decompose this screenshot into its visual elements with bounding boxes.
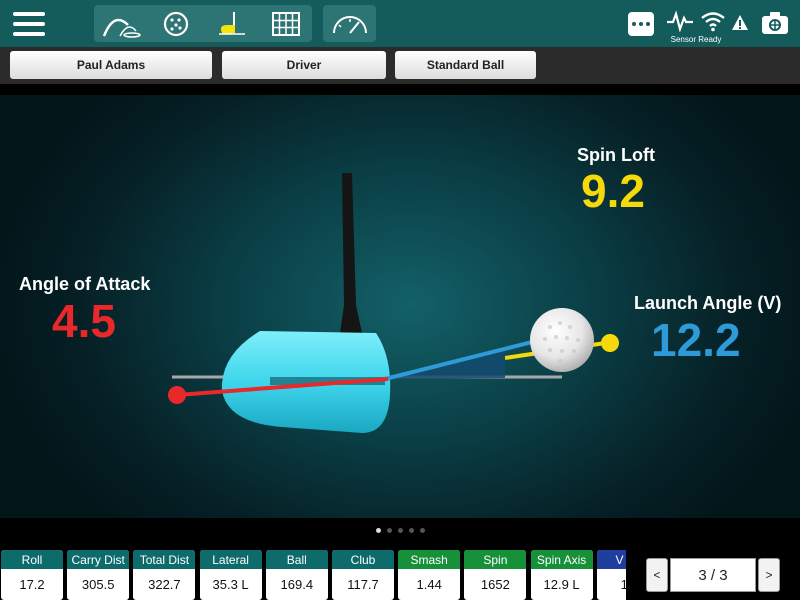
data-tile-value: 1.44 bbox=[416, 577, 442, 592]
data-tile[interactable]: Lateral 35.3 L bbox=[199, 550, 262, 600]
spin-loft-label: Spin Loft bbox=[577, 145, 655, 165]
launch-angle-label: Launch Angle (V) bbox=[634, 293, 782, 313]
data-tile-value: 322.7 bbox=[148, 577, 181, 592]
impact-visualization: Angle of Attack 4.5 Spin Loft 9.2 Launch… bbox=[0, 95, 800, 518]
data-tile-label: Carry Dist bbox=[67, 550, 130, 569]
heartbeat-icon bbox=[667, 10, 693, 32]
data-tile-value: 12.9 L bbox=[543, 577, 580, 592]
data-tile-label: Spin bbox=[464, 550, 527, 569]
data-tile-value: 12 bbox=[620, 577, 626, 592]
angle-of-attack-label: Angle of Attack bbox=[19, 274, 151, 294]
table-view-icon[interactable] bbox=[260, 5, 312, 42]
previous-shot-button[interactable]: < bbox=[646, 558, 668, 592]
data-tile-value: 117.7 bbox=[347, 577, 379, 592]
data-tile[interactable]: Carry Dist 305.5 bbox=[67, 550, 130, 600]
trajectory-view-icon[interactable] bbox=[94, 5, 146, 42]
shot-page-label: 3 / 3 bbox=[670, 558, 756, 592]
data-tile-value: 169.4 bbox=[280, 577, 314, 592]
golf-ball bbox=[530, 308, 594, 372]
data-tile[interactable]: Spin Axis 12.9 L bbox=[530, 550, 593, 600]
club-impact-view-icon[interactable] bbox=[206, 5, 258, 42]
hamburger-menu-icon[interactable] bbox=[10, 9, 48, 39]
shot-pager: < 3 / 3 > bbox=[646, 558, 780, 592]
next-shot-button[interactable]: > bbox=[758, 558, 780, 592]
data-tile-label: Ball bbox=[265, 550, 328, 569]
page-dot[interactable] bbox=[419, 528, 425, 533]
page-dot[interactable] bbox=[408, 528, 414, 533]
data-tile-label: Roll bbox=[1, 550, 63, 569]
page-dot[interactable] bbox=[375, 528, 381, 533]
data-tile-label: Spin Axis bbox=[530, 550, 593, 569]
shot-data-tiles: Roll 17.2 Carry Dist 305.5 Total Dist 322.7 La… bbox=[0, 550, 626, 600]
selector-bar: Paul Adams Driver Standard Ball bbox=[0, 47, 800, 84]
data-tile-label: Club bbox=[332, 550, 394, 569]
data-tile[interactable]: Spin 1652 bbox=[464, 550, 527, 600]
data-tile-label: Total Dist bbox=[133, 550, 196, 569]
data-tile-label: Lateral bbox=[199, 550, 262, 569]
club-shaft bbox=[340, 173, 362, 333]
ball-selector-button[interactable]: Standard Ball bbox=[395, 51, 536, 79]
data-tile-label: V La bbox=[596, 550, 626, 569]
spin-loft-marker bbox=[601, 334, 619, 352]
camera-icon[interactable] bbox=[760, 10, 790, 36]
data-tile-value: 1652 bbox=[480, 577, 510, 592]
angle-of-attack-value: 4.5 bbox=[52, 295, 116, 347]
data-tile[interactable]: Total Dist 322.7 bbox=[133, 550, 196, 600]
data-tile-value: 17.2 bbox=[19, 577, 45, 592]
warning-icon[interactable] bbox=[731, 14, 749, 32]
wifi-icon bbox=[701, 12, 725, 32]
angle-of-attack-marker bbox=[168, 386, 186, 404]
data-tile[interactable]: Club 117.7 bbox=[332, 550, 394, 600]
launch-angle-value: 12.2 bbox=[651, 314, 741, 366]
data-tile-value: 305.5 bbox=[81, 577, 115, 592]
data-tile-value: 35.3 L bbox=[212, 577, 249, 592]
top-toolbar: Sensor Ready bbox=[0, 0, 800, 47]
page-indicator bbox=[0, 528, 800, 538]
speedometer-view-icon[interactable] bbox=[323, 5, 376, 42]
data-tile[interactable]: Roll 17.2 bbox=[1, 550, 63, 600]
data-tile[interactable]: Ball 169.4 bbox=[265, 550, 328, 600]
sensor-status: Sensor Ready bbox=[664, 8, 728, 46]
spin-loft-value: 9.2 bbox=[581, 165, 645, 217]
more-options-icon[interactable] bbox=[628, 12, 654, 36]
player-selector-button[interactable]: Paul Adams bbox=[10, 51, 212, 79]
ball-view-icon[interactable] bbox=[150, 5, 202, 42]
club-selector-button[interactable]: Driver bbox=[222, 51, 386, 79]
sensor-status-label: Sensor Ready bbox=[670, 35, 722, 44]
page-dot[interactable] bbox=[397, 528, 403, 533]
data-tile[interactable]: Smash 1.44 bbox=[398, 550, 461, 600]
data-tile-label: Smash bbox=[398, 550, 461, 569]
page-dot[interactable] bbox=[386, 528, 392, 533]
view-mode-group bbox=[94, 5, 312, 42]
data-tile[interactable]: V La 12 bbox=[596, 550, 626, 600]
